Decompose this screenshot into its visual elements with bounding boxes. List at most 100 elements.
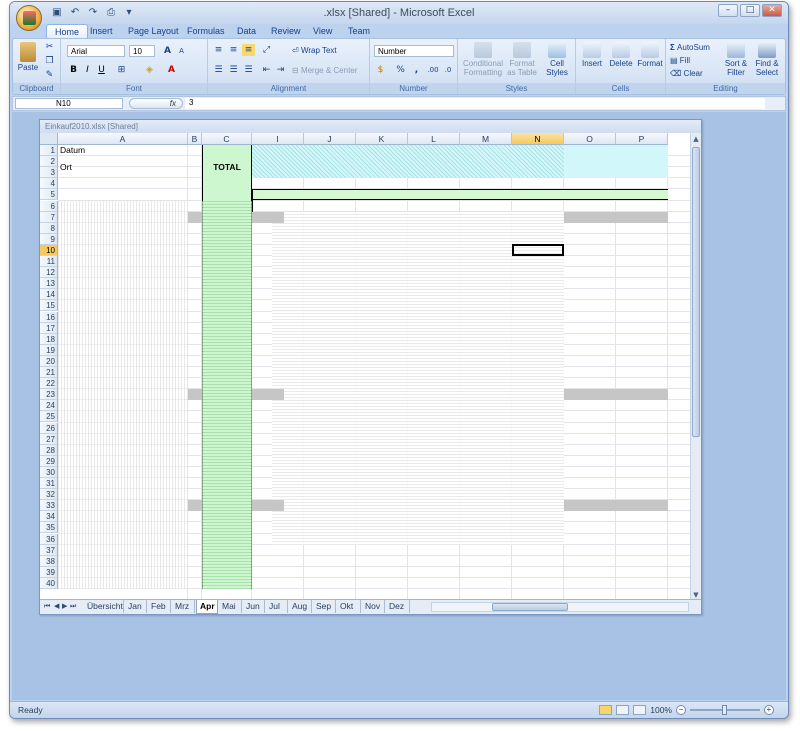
prev-sheet-icon[interactable]: ◀: [54, 602, 59, 610]
cell-styles-button[interactable]: Cell Styles: [542, 42, 572, 77]
row-header[interactable]: 2: [40, 156, 58, 168]
paste-button[interactable]: Paste: [17, 42, 39, 72]
column-header[interactable]: I: [252, 133, 304, 145]
next-sheet-icon[interactable]: ▶: [62, 602, 67, 610]
row-header[interactable]: 20: [40, 355, 58, 367]
wrap-text-button[interactable]: ⏎ Wrap Text: [292, 46, 337, 55]
currency-icon[interactable]: $: [374, 64, 387, 76]
selected-cell-n10[interactable]: [512, 243, 564, 256]
align-left-icon[interactable]: ☰: [212, 64, 225, 76]
row-header[interactable]: 15: [40, 300, 58, 312]
row-header[interactable]: 10: [40, 244, 58, 256]
cell-a1-datum[interactable]: Datum: [58, 145, 85, 156]
sheet-tab[interactable]: Mai: [219, 600, 242, 613]
decrease-decimal-button[interactable]: .0: [441, 64, 455, 76]
tab-data[interactable]: Data: [229, 24, 264, 38]
orientation-icon[interactable]: ⤢: [260, 44, 273, 56]
sheet-tab[interactable]: Nov: [362, 600, 385, 613]
align-top-icon[interactable]: ≡: [212, 44, 225, 56]
zoom-out-icon[interactable]: −: [676, 705, 686, 715]
sheet-tab[interactable]: Jun: [243, 600, 265, 613]
maximize-button[interactable]: □: [740, 4, 760, 17]
row-header[interactable]: 37: [40, 544, 58, 556]
row-header[interactable]: 31: [40, 478, 58, 489]
row-header[interactable]: 19: [40, 344, 58, 356]
horizontal-scroll-thumb[interactable]: [492, 603, 568, 611]
row-header[interactable]: 7: [40, 211, 58, 223]
delete-cells-button[interactable]: Delete: [608, 42, 634, 68]
font-size-combo[interactable]: 10: [129, 45, 155, 57]
fill-button[interactable]: ▤ Fill: [670, 56, 690, 65]
sheet-tab[interactable]: Sep: [313, 600, 336, 613]
column-header[interactable]: N: [512, 133, 564, 145]
format-cells-button[interactable]: Format: [636, 42, 664, 68]
row-header[interactable]: 8: [40, 222, 58, 234]
fill-color-icon[interactable]: ◈: [143, 64, 156, 76]
row-header[interactable]: 27: [40, 433, 58, 445]
grow-font-icon[interactable]: A: [161, 45, 174, 57]
row-header[interactable]: 17: [40, 322, 58, 334]
align-middle-icon[interactable]: ≡: [227, 44, 240, 56]
row-header[interactable]: 13: [40, 278, 58, 290]
sheet-tab[interactable]: Mrz: [172, 600, 195, 613]
sheet-tab[interactable]: Jan: [125, 600, 147, 613]
tab-formulas[interactable]: Formulas: [179, 24, 233, 38]
insert-function-button[interactable]: fx: [129, 98, 183, 109]
tab-page-layout[interactable]: Page Layout: [120, 24, 187, 38]
row-header[interactable]: 11: [40, 256, 58, 267]
column-header[interactable]: K: [356, 133, 408, 145]
row-header[interactable]: 1: [40, 145, 58, 156]
sheet-tab[interactable]: Feb: [148, 600, 171, 613]
column-header[interactable]: M: [460, 133, 512, 145]
zoom-in-icon[interactable]: +: [764, 705, 774, 715]
comma-button[interactable]: ,: [410, 64, 423, 76]
row-header[interactable]: 29: [40, 455, 58, 467]
format-as-table-button[interactable]: Format as Table: [506, 42, 538, 77]
align-right-icon[interactable]: ☰: [242, 64, 255, 76]
shrink-font-icon[interactable]: A: [175, 45, 188, 57]
row-header[interactable]: 35: [40, 522, 58, 534]
row-header[interactable]: 3: [40, 167, 58, 179]
row-header[interactable]: 30: [40, 466, 58, 478]
increase-indent-icon[interactable]: ⇥: [274, 64, 287, 76]
cell-a2-ort[interactable]: Ort: [58, 162, 72, 173]
tab-view[interactable]: View: [305, 24, 340, 38]
row-header[interactable]: 38: [40, 555, 58, 567]
borders-icon[interactable]: ⊞: [115, 64, 128, 76]
row-header[interactable]: 6: [40, 200, 58, 212]
cell-c2-total[interactable]: TOTAL: [202, 162, 252, 173]
sheet-tab[interactable]: Apr: [196, 600, 218, 614]
row-header[interactable]: 22: [40, 378, 58, 390]
last-sheet-icon[interactable]: ⏭: [70, 602, 76, 611]
tab-insert[interactable]: Insert: [82, 24, 121, 38]
row-header[interactable]: 12: [40, 267, 58, 279]
tab-team[interactable]: Team: [340, 24, 378, 38]
sheet-tab[interactable]: Dez: [386, 600, 410, 613]
horizontal-scrollbar[interactable]: [431, 602, 689, 612]
decrease-indent-icon[interactable]: ⇤: [260, 64, 273, 76]
row-header[interactable]: 36: [40, 533, 58, 545]
number-format-combo[interactable]: Number: [374, 45, 454, 57]
scroll-up-icon[interactable]: ▲: [692, 134, 700, 144]
row-header[interactable]: 5: [40, 189, 58, 201]
sheet-tab[interactable]: Aug: [289, 600, 312, 613]
row-header[interactable]: 24: [40, 400, 58, 412]
row-header[interactable]: 39: [40, 566, 58, 578]
increase-decimal-button[interactable]: .00: [426, 64, 440, 76]
conditional-formatting-button[interactable]: Conditional Formatting: [462, 42, 504, 77]
name-box[interactable]: N10: [15, 98, 123, 109]
page-layout-view-icon[interactable]: [616, 705, 630, 715]
row-header[interactable]: 16: [40, 311, 58, 323]
close-button[interactable]: ✕: [762, 4, 782, 17]
row-header[interactable]: 26: [40, 422, 58, 434]
font-color-icon[interactable]: A: [165, 64, 178, 76]
column-header[interactable]: C: [202, 133, 252, 145]
vertical-scroll-thumb[interactable]: [692, 147, 700, 437]
column-header[interactable]: J: [304, 133, 356, 145]
row-header[interactable]: 32: [40, 489, 58, 501]
row-header[interactable]: 4: [40, 178, 58, 190]
minimize-button[interactable]: –: [718, 4, 738, 17]
row-header[interactable]: 21: [40, 367, 58, 378]
column-header[interactable]: O: [564, 133, 616, 145]
italic-button[interactable]: I: [81, 64, 94, 76]
